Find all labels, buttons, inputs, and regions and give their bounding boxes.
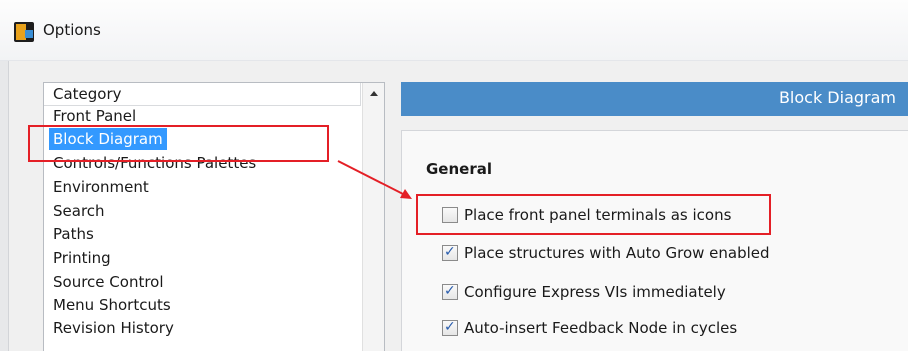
options-window: Options Category Front Panel Block Diagr… <box>0 0 908 351</box>
callout-arrow-icon <box>337 160 412 199</box>
